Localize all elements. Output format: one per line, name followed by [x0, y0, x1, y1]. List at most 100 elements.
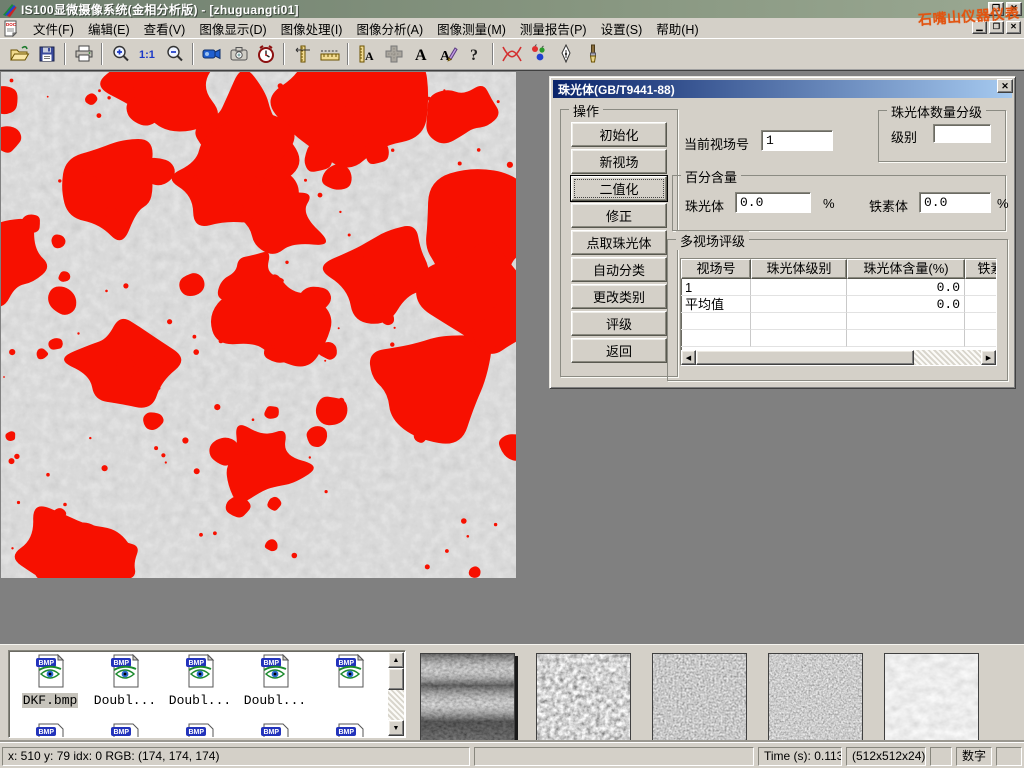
scroll-left-icon[interactable]: ◀	[681, 350, 696, 365]
rating-group: 多视场评级 视场号 珠光体级别 珠光体含量(%) 铁素体含量(%) 1 0.0 …	[667, 239, 1008, 381]
rate-button[interactable]: 评级	[571, 311, 667, 336]
file-vertical-scrollbar[interactable]: ▲ ▼	[388, 652, 404, 736]
print-button[interactable]	[70, 41, 97, 67]
measure-text-icon: A	[357, 44, 377, 64]
thumbnail-2[interactable]	[536, 653, 631, 745]
menu-image-analysis[interactable]: 图像分析(A)	[349, 17, 430, 40]
open-button[interactable]	[6, 41, 33, 67]
thumbnail-4[interactable]	[768, 653, 863, 745]
scroll-thumb[interactable]	[388, 668, 404, 690]
ruler-button[interactable]	[316, 41, 343, 67]
timer-button[interactable]	[252, 41, 279, 67]
file-item[interactable]: BMP	[238, 723, 312, 738]
return-button[interactable]: 返回	[571, 338, 667, 363]
scroll-down-icon[interactable]: ▼	[388, 720, 404, 736]
file-item[interactable]: BMP	[163, 723, 237, 738]
file-item[interactable]: BMP	[313, 654, 387, 706]
phase-particles-button[interactable]	[525, 41, 552, 67]
pen-button[interactable]	[552, 41, 579, 67]
video-camera-button[interactable]	[198, 41, 225, 67]
scroll-up-icon[interactable]: ▲	[388, 652, 404, 668]
menu-edit[interactable]: 编辑(E)	[81, 17, 137, 40]
file-item[interactable]: BMP Doubl...	[238, 654, 312, 708]
grid-button[interactable]	[380, 41, 407, 67]
operations-group: 操作 初始化 新视场 二值化 修正 点取珠光体 自动分类 更改类别 评级 返回	[560, 109, 678, 377]
scroll-thumb[interactable]	[696, 350, 914, 365]
status-empty-panel	[474, 747, 754, 766]
help-button[interactable]: ?	[461, 41, 488, 67]
menu-view[interactable]: 查看(V)	[137, 17, 193, 40]
capture-button[interactable]	[225, 41, 252, 67]
col-ferrite-content[interactable]: 铁素体含量(%)	[965, 259, 997, 279]
dialog-close-icon[interactable]: ✕	[997, 79, 1013, 93]
level-input[interactable]	[933, 124, 991, 143]
table-horizontal-scrollbar[interactable]: ◀ ▶	[681, 350, 996, 365]
file-item[interactable]: BMP DKF.bmp	[13, 654, 87, 708]
auto-classify-button[interactable]: 自动分类	[571, 257, 667, 282]
bmp-file-icon: BMP	[110, 723, 140, 738]
menu-image-display[interactable]: 图像显示(D)	[192, 17, 273, 40]
init-button[interactable]: 初始化	[571, 122, 667, 147]
zoom-in-button[interactable]	[107, 41, 134, 67]
file-name[interactable]: Doubl...	[168, 693, 232, 708]
thumbnail-5[interactable]	[884, 653, 979, 745]
annotate-icon: A	[438, 44, 458, 64]
col-pearlite-level[interactable]: 珠光体级别	[751, 259, 847, 279]
file-item[interactable]: BMP Doubl...	[163, 654, 237, 708]
file-item[interactable]: BMP	[13, 723, 87, 738]
change-class-button[interactable]: 更改类别	[571, 284, 667, 309]
delete-measure-button[interactable]	[498, 41, 525, 67]
correct-button[interactable]: 修正	[571, 203, 667, 228]
file-item[interactable]: BMP	[88, 723, 162, 738]
col-field-number[interactable]: 视场号	[681, 259, 751, 279]
menu-file[interactable]: 文件(F)	[26, 17, 81, 40]
current-field-input[interactable]: 1	[761, 130, 833, 151]
thumbnail-1[interactable]	[420, 653, 515, 745]
file-item[interactable]: BMP Doubl...	[88, 654, 162, 708]
menu-settings[interactable]: 设置(S)	[594, 17, 650, 40]
file-name[interactable]: Doubl...	[243, 693, 307, 708]
brush-button[interactable]	[579, 41, 606, 67]
micrograph-image[interactable]	[1, 72, 516, 578]
menu-help[interactable]: 帮助(H)	[649, 17, 705, 40]
toolbar-separator	[64, 43, 66, 65]
zoom-out-button[interactable]	[161, 41, 188, 67]
rating-table[interactable]: 视场号 珠光体级别 珠光体含量(%) 铁素体含量(%) 1 0.0 平均值 0.…	[680, 258, 997, 366]
caliper-button[interactable]	[289, 41, 316, 67]
measure-text-button[interactable]: A	[353, 41, 380, 67]
thumbnail-3[interactable]	[652, 653, 747, 745]
app-icon	[2, 2, 17, 17]
dialog-title-bar[interactable]: 珠光体(GB/T9441-88)	[553, 80, 1012, 98]
save-button[interactable]	[33, 41, 60, 67]
scroll-track[interactable]	[696, 350, 981, 365]
bmp-file-icon: BMP	[260, 654, 290, 688]
text-button[interactable]: A	[407, 41, 434, 67]
bottom-panel: BMP DKF.bmp BMP Doubl... BMP	[0, 644, 1024, 742]
status-empty-small	[930, 747, 952, 766]
toolbar-separator	[492, 43, 494, 65]
menu-measure-report[interactable]: 测量报告(P)	[513, 17, 594, 40]
file-name[interactable]: Doubl...	[93, 693, 157, 708]
file-browser[interactable]: BMP DKF.bmp BMP Doubl... BMP	[8, 650, 406, 738]
red-cross-curve-icon	[500, 44, 524, 64]
window-title: IS100显微摄像系统(金相分析版) - [zhuguangti01]	[21, 1, 299, 18]
pearlite-percent-input[interactable]: 0.0	[735, 192, 811, 213]
file-item[interactable]: BMP	[313, 723, 387, 738]
col-pearlite-content[interactable]: 珠光体含量(%)	[847, 259, 965, 279]
menu-image-measure[interactable]: 图像测量(M)	[430, 17, 513, 40]
menu-image-process[interactable]: 图像处理(I)	[274, 17, 350, 40]
actual-size-button[interactable]: 1:1	[134, 41, 161, 67]
new-field-button[interactable]: 新视场	[571, 149, 667, 174]
svg-text:BMP: BMP	[114, 729, 130, 736]
ferrite-percent-input[interactable]: 0.0	[919, 192, 991, 213]
status-empty-tail	[996, 747, 1022, 766]
binarize-button[interactable]: 二值化	[571, 176, 667, 201]
operations-group-label: 操作	[569, 101, 603, 120]
scroll-right-icon[interactable]: ▶	[981, 350, 996, 365]
file-name[interactable]: DKF.bmp	[22, 693, 79, 708]
table-header-row: 视场号 珠光体级别 珠光体含量(%) 铁素体含量(%)	[681, 259, 996, 279]
annotate-button[interactable]: A	[434, 41, 461, 67]
cell-extra	[965, 279, 997, 296]
pick-pearlite-button[interactable]: 点取珠光体	[571, 230, 667, 255]
ruler-icon	[319, 45, 341, 63]
